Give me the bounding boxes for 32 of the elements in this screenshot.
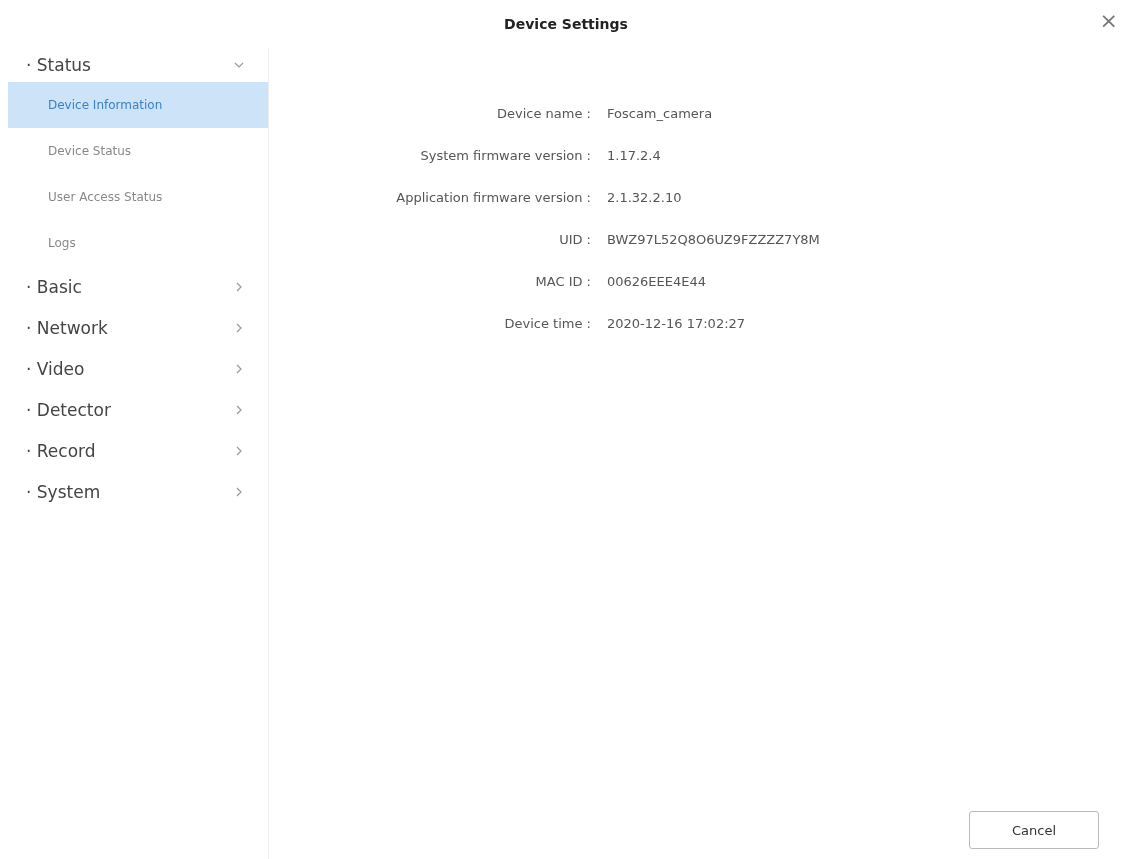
chevron-right-icon (234, 363, 244, 374)
sidebar-section[interactable]: · Basic (0, 266, 268, 307)
chevron-right-icon (234, 322, 244, 333)
field-value: 00626EEE4E44 (607, 274, 707, 289)
chevron-down-icon (234, 60, 244, 70)
chevron-right-icon (234, 445, 244, 456)
chevron-right-icon (234, 486, 244, 497)
window-title: Device Settings (504, 16, 628, 32)
sidebar-item[interactable]: User Access Status (8, 174, 268, 220)
close-button[interactable]: × (1095, 10, 1122, 32)
field-value: 2020-12-16 17:02:27 (607, 316, 746, 331)
field-label: Device time : (504, 316, 591, 331)
sidebar-section[interactable]: · Status (0, 48, 268, 82)
sidebar-item[interactable]: Device Status (8, 128, 268, 174)
sidebar-section[interactable]: · Record (0, 430, 268, 471)
field-label: Application firmware version : (396, 190, 591, 205)
field-value: 1.17.2.4 (607, 148, 661, 163)
sidebar-item[interactable]: Logs (8, 220, 268, 266)
chevron-right-icon (234, 281, 244, 292)
field-value: BWZ97L52Q8O6UZ9FZZZZ7Y8M (607, 232, 820, 247)
cancel-button[interactable]: Cancel (969, 811, 1099, 849)
sidebar-section[interactable]: · Network (0, 307, 268, 348)
field-label: MAC ID : (535, 274, 591, 289)
field-value: Foscam_camera (607, 106, 713, 121)
field-label: System firmware version : (420, 148, 591, 163)
sidebar-section[interactable]: · System (0, 471, 268, 512)
sidebar-section[interactable]: · Video (0, 348, 268, 389)
sidebar-section[interactable]: · Detector (0, 389, 268, 430)
field-value: 2.1.32.2.10 (607, 190, 682, 205)
field-label: UID : (559, 232, 591, 247)
field-label: Device name : (497, 106, 591, 121)
chevron-right-icon (234, 404, 244, 415)
